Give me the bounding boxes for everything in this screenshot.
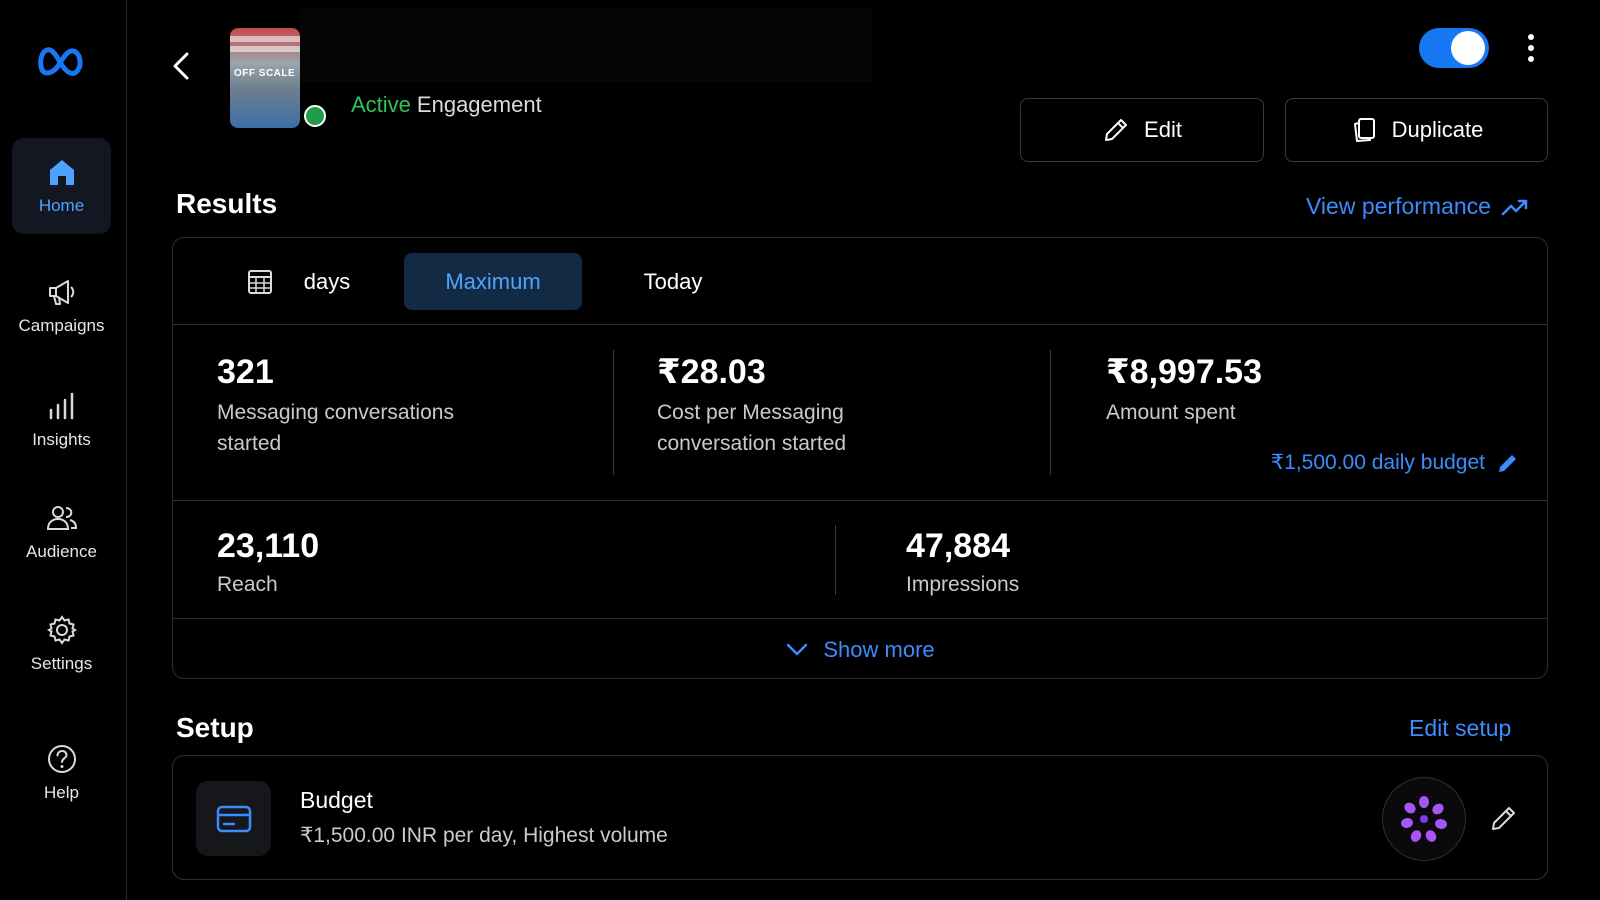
budget-icon-container: [196, 781, 271, 856]
edit-budget-pencil-icon[interactable]: [1489, 803, 1519, 833]
edit-setup-link[interactable]: Edit setup: [1409, 715, 1511, 742]
sidebar-item-settings[interactable]: Settings: [12, 596, 111, 692]
duplicate-button[interactable]: Duplicate: [1285, 98, 1548, 162]
campaign-toggle[interactable]: [1419, 28, 1489, 68]
view-performance-label: View performance: [1306, 193, 1491, 219]
meta-logo-icon[interactable]: [36, 44, 86, 80]
metric-value: 321: [217, 353, 274, 391]
home-icon: [49, 160, 74, 185]
metric-amount-spent: ₹8,997.53 Amount spent: [1106, 351, 1406, 428]
metric-divider: [613, 350, 614, 475]
sidebar-item-label: Help: [44, 783, 79, 802]
metric-label: Reach: [217, 573, 278, 596]
edit-button[interactable]: Edit: [1020, 98, 1264, 162]
sidebar-item-label: Insights: [32, 430, 91, 449]
results-heading: Results: [176, 188, 278, 219]
edit-button-label: Edit: [1144, 117, 1182, 142]
tab-maximum[interactable]: Maximum: [404, 253, 582, 310]
sidebar-item-audience[interactable]: Audience: [12, 484, 111, 580]
sidebar-item-campaigns[interactable]: Campaigns: [12, 258, 111, 354]
metric-impressions: 47,884 Impressions: [906, 525, 1019, 600]
sidebar-item-home[interactable]: Home: [12, 138, 111, 234]
sparkle-flower-icon: [1401, 796, 1447, 842]
metric-divider: [835, 525, 836, 595]
campaign-status-line: Active Engagement: [351, 92, 542, 118]
campaign-name-redacted: [300, 8, 872, 82]
pencil-icon: [1105, 119, 1128, 141]
duplicate-icon: [1353, 118, 1375, 142]
daily-budget-link[interactable]: ₹1,500.00 daily budget: [1271, 450, 1519, 475]
chevron-down-icon: [787, 643, 808, 655]
sidebar-item-insights[interactable]: Insights: [12, 372, 111, 468]
edit-setup-label: Edit setup: [1409, 715, 1512, 741]
budget-detail: ₹1,500.00 INR per day, Highest volume: [300, 824, 668, 847]
daily-budget-label: ₹1,500.00 daily budget: [1270, 451, 1485, 474]
thumbnail-text: OFF SCALE: [234, 68, 296, 79]
budget-setup-card[interactable]: Budget ₹1,500.00 INR per day, Highest vo…: [172, 755, 1548, 880]
duplicate-button-label: Duplicate: [1391, 117, 1484, 142]
sidebar-item-help[interactable]: Help: [12, 725, 111, 821]
metric-divider: [1050, 350, 1051, 475]
active-status-dot: [300, 101, 330, 131]
metric-reach: 23,110 Reach: [217, 525, 319, 600]
pencil-icon: [1499, 454, 1516, 472]
metrics-row-2: 23,110 Reach 47,884 Impressions: [173, 501, 1547, 619]
metric-cost-per-conversation: ₹28.03 Cost per Messaging conversation s…: [657, 351, 897, 459]
sidebar-item-label: Audience: [26, 542, 97, 561]
gear-icon: [46, 615, 77, 645]
show-more-label: Show more: [823, 636, 935, 662]
metrics-row-1: 321 Messaging conversations started ₹28.…: [173, 325, 1547, 501]
metric-value: ₹28.03: [657, 353, 766, 391]
metric-label: Amount spent: [1106, 401, 1236, 424]
date-range-tabs: days Maximum Today: [173, 238, 1547, 325]
sidebar-item-label: Home: [38, 196, 85, 215]
metric-label: Messaging conversations started: [217, 401, 454, 455]
sidebar-item-label: Campaigns: [18, 316, 105, 335]
metric-messaging-conversations: 321 Messaging conversations started: [217, 351, 517, 459]
megaphone-icon: [48, 280, 74, 305]
sidebar: Home Campaigns Insights Audience Setting…: [0, 0, 127, 900]
toggle-knob: [1451, 31, 1485, 65]
tab-today-label: Today: [643, 268, 703, 294]
sidebar-item-label: Settings: [30, 654, 93, 673]
metric-label: Cost per Messaging conversation started: [657, 401, 847, 455]
trending-up-icon: [1501, 199, 1528, 215]
more-options-button[interactable]: [1518, 30, 1544, 66]
show-more-button[interactable]: Show more: [173, 619, 1547, 680]
tab-today[interactable]: Today: [613, 253, 733, 310]
metric-value: ₹8,997.53: [1106, 353, 1263, 391]
metric-value: 47,884: [906, 527, 1010, 565]
metric-value: 23,110: [217, 527, 320, 565]
app-root: Home Campaigns Insights Audience Setting…: [0, 0, 1600, 900]
tab-days[interactable]: days: [223, 253, 373, 310]
tab-days-label: days: [303, 268, 351, 294]
results-card: days Maximum Today 321 Messaging convers…: [172, 237, 1548, 679]
view-performance-link[interactable]: View performance: [1306, 193, 1529, 220]
metric-label: Impressions: [906, 573, 1020, 596]
ad-thumbnail[interactable]: OFF SCALE: [230, 28, 300, 128]
status-label: Active: [351, 92, 411, 117]
calendar-grid-icon: [247, 269, 272, 294]
objective-label: Engagement: [416, 92, 542, 117]
setup-heading: Setup: [176, 712, 254, 743]
tab-maximum-label: Maximum: [445, 268, 541, 294]
bar-chart-icon: [49, 392, 73, 420]
budget-title: Budget: [300, 787, 373, 813]
back-arrow-icon[interactable]: [165, 48, 197, 84]
people-icon: [46, 506, 77, 530]
ai-assistant-button[interactable]: [1382, 777, 1466, 861]
help-icon: [47, 745, 76, 773]
credit-card-icon: [216, 805, 251, 832]
